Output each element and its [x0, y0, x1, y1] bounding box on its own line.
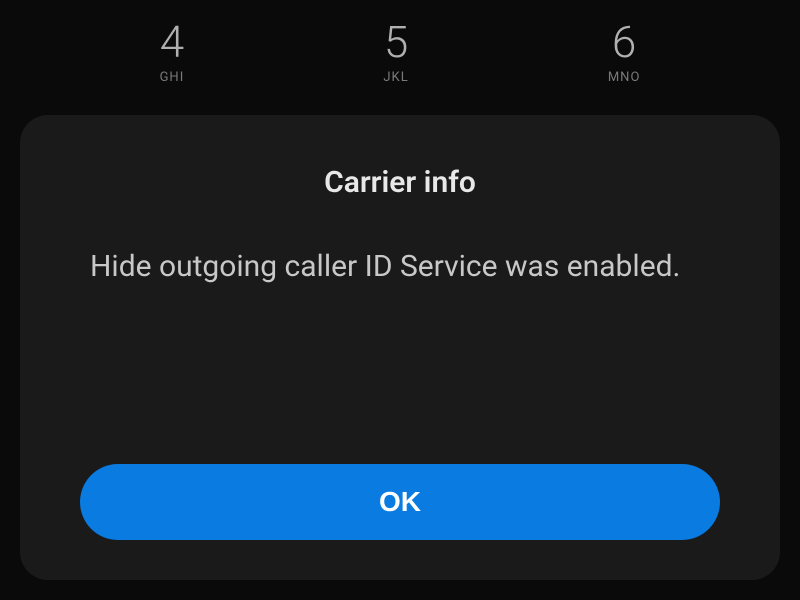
modal-title: Carrier info	[80, 165, 720, 200]
carrier-info-modal: Carrier info Hide outgoing caller ID Ser…	[20, 115, 780, 580]
dialpad-letters: JKL	[383, 70, 408, 85]
modal-message: Hide outgoing caller ID Service was enab…	[80, 245, 720, 434]
dialpad-digit: 6	[612, 20, 636, 64]
ok-button[interactable]: OK	[80, 464, 720, 540]
dialpad-key-6[interactable]: 6 MNO	[608, 20, 641, 85]
dialpad-digit: 5	[384, 20, 408, 64]
dialpad-letters: GHI	[160, 70, 185, 85]
dialpad-digit: 4	[160, 20, 184, 64]
dialpad-row: 4 GHI 5 JKL 6 MNO	[0, 0, 800, 85]
dialpad-key-5[interactable]: 5 JKL	[383, 20, 408, 85]
dialpad-letters: MNO	[608, 70, 641, 85]
dialpad-key-4[interactable]: 4 GHI	[160, 20, 185, 85]
